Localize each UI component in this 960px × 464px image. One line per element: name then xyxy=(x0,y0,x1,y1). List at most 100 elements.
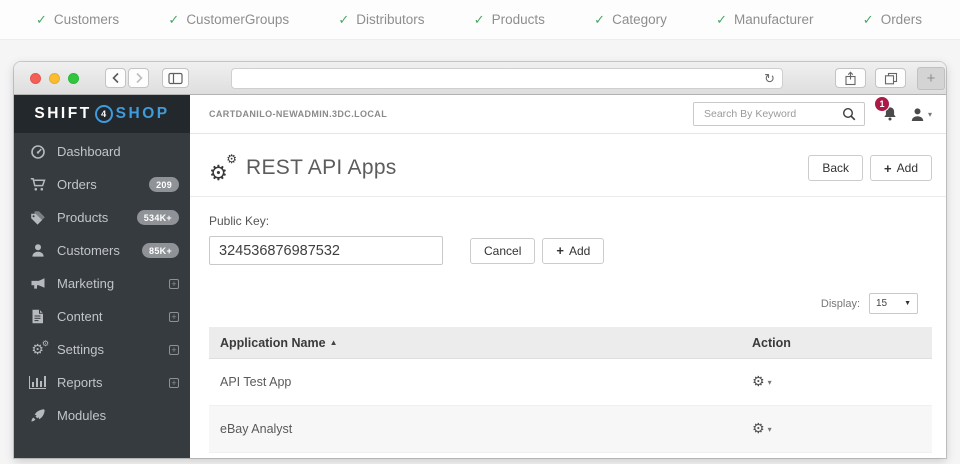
sidebar-item-label: Orders xyxy=(57,177,149,192)
reload-icon[interactable]: ↻ xyxy=(764,72,775,85)
add-button-top[interactable]: + Add xyxy=(870,155,932,181)
header-divider xyxy=(190,196,946,197)
topbar-item-manufacturer: ✓ Manufacturer xyxy=(716,12,813,28)
topbar-item-label: Category xyxy=(612,12,667,27)
add-button-label: Add xyxy=(897,161,918,175)
display-selected-value: 15 xyxy=(876,298,887,309)
file-icon xyxy=(28,309,47,324)
logo-text-right: SHOP xyxy=(116,105,170,123)
share-button[interactable] xyxy=(835,68,866,88)
sidebar-item-label: Content xyxy=(57,309,169,324)
sidebar-item-content[interactable]: Content + xyxy=(14,300,190,333)
sidebar-item-orders[interactable]: Orders 209 xyxy=(14,168,190,201)
customers-count-badge: 85K+ xyxy=(142,243,179,258)
display-label: Display: xyxy=(821,298,860,310)
sidebar-item-products[interactable]: Products 534K+ xyxy=(14,201,190,234)
check-icon: ✓ xyxy=(716,12,727,28)
column-header-label: Application Name xyxy=(220,336,326,350)
gear-icon: ⚙ xyxy=(752,375,765,389)
topbar-item-orders: ✓ Orders xyxy=(863,12,922,28)
sidebar-item-dashboard[interactable]: Dashboard xyxy=(14,135,190,168)
sidebar-item-customers[interactable]: Customers 85K+ xyxy=(14,234,190,267)
logo-number-badge: 4 xyxy=(95,105,113,123)
address-bar[interactable]: ↻ xyxy=(231,68,783,89)
chevron-right-icon xyxy=(134,72,144,84)
browser-back-button[interactable] xyxy=(105,68,126,88)
public-key-input[interactable] xyxy=(209,236,443,265)
browser-forward-button[interactable] xyxy=(128,68,149,88)
sidebar-toggle-button[interactable] xyxy=(162,68,189,88)
store-domain: CARTDANILO-NEWADMIN.3DC.LOCAL xyxy=(209,109,387,119)
expand-plus-icon[interactable]: + xyxy=(169,345,179,355)
sidebar-item-marketing[interactable]: Marketing + xyxy=(14,267,190,300)
table-row: eBay Analyst ⚙ ▾ xyxy=(209,406,932,453)
page-title-row: ⚙ ⚙ REST API Apps Back + Add xyxy=(209,144,932,192)
topbar-item-label: Products xyxy=(492,12,545,27)
row-action-menu[interactable]: ⚙ ▾ xyxy=(752,422,932,436)
rocket-icon xyxy=(28,408,47,423)
back-button[interactable]: Back xyxy=(808,155,863,181)
column-header-action: Action xyxy=(752,336,932,350)
address-input[interactable] xyxy=(239,71,764,85)
sidebar: SHIFT 4 SHOP Dashboard Orders 209 xyxy=(14,95,190,458)
add-button-form[interactable]: + Add xyxy=(542,238,604,264)
products-count-badge: 534K+ xyxy=(137,210,179,225)
browser-window: ↻ + SHIFT 4 SHOP xyxy=(14,62,946,458)
sidebar-item-label: Settings xyxy=(57,342,169,357)
sidebar-item-modules[interactable]: Modules xyxy=(14,399,190,432)
topbar-item-category: ✓ Category xyxy=(594,12,667,28)
column-header-label: Action xyxy=(752,336,791,350)
sidebar-item-label: Dashboard xyxy=(57,144,179,159)
back-button-label: Back xyxy=(822,161,849,175)
notifications-button[interactable]: 1 xyxy=(882,106,898,122)
topbar-item-customergroups: ✓ CustomerGroups xyxy=(168,12,289,28)
expand-plus-icon[interactable]: + xyxy=(169,312,179,322)
search-input[interactable] xyxy=(702,107,842,121)
apps-table: Application Name ▲ Action API Test App ⚙… xyxy=(209,327,932,453)
chevron-left-icon xyxy=(111,72,121,84)
plus-icon: + xyxy=(884,162,892,175)
page-title: REST API Apps xyxy=(246,156,397,180)
public-key-row: Cancel + Add xyxy=(209,236,932,265)
sidebar-item-reports[interactable]: Reports + xyxy=(14,366,190,399)
account-menu-button[interactable]: ▾ xyxy=(910,107,932,122)
app-name-cell: API Test App xyxy=(209,375,752,389)
topbar-item-products: ✓ Products xyxy=(474,12,545,28)
chevron-down-icon: ▾ xyxy=(768,378,772,387)
topbar-item-label: CustomerGroups xyxy=(186,12,289,27)
tab-overview-button[interactable] xyxy=(875,68,906,88)
new-tab-button[interactable]: + xyxy=(917,67,945,90)
topbar-item-distributors: ✓ Distributors xyxy=(338,12,424,28)
add-button-label: Add xyxy=(569,244,590,258)
browser-chrome: ↻ + xyxy=(14,62,946,95)
keyword-search-box[interactable] xyxy=(693,102,865,126)
gear-icon: ⚙ xyxy=(752,422,765,436)
search-icon[interactable] xyxy=(842,107,856,121)
public-key-label: Public Key: xyxy=(209,214,932,228)
minimize-window-button[interactable] xyxy=(49,73,60,84)
user-icon xyxy=(910,107,925,122)
sidebar-panel-icon xyxy=(168,72,183,85)
expand-plus-icon[interactable]: + xyxy=(169,279,179,289)
check-icon: ✓ xyxy=(474,12,485,28)
plus-icon: + xyxy=(927,70,936,87)
table-row: API Test App ⚙ ▾ xyxy=(209,359,932,406)
sidebar-item-settings[interactable]: ⚙ ⚙ Settings + xyxy=(14,333,190,366)
topbar-item-label: Customers xyxy=(54,12,119,27)
sidebar-item-label: Marketing xyxy=(57,276,169,291)
column-header-application-name[interactable]: Application Name ▲ xyxy=(209,336,752,350)
row-action-menu[interactable]: ⚙ ▾ xyxy=(752,375,932,389)
display-count-select[interactable]: 15 ▼ xyxy=(869,293,918,314)
zoom-window-button[interactable] xyxy=(68,73,79,84)
megaphone-icon xyxy=(28,277,47,291)
check-icon: ✓ xyxy=(594,12,605,28)
close-window-button[interactable] xyxy=(30,73,41,84)
shift4shop-logo[interactable]: SHIFT 4 SHOP xyxy=(14,95,190,133)
chevron-down-icon: ▼ xyxy=(904,300,911,307)
expand-plus-icon[interactable]: + xyxy=(169,378,179,388)
topbar-item-label: Orders xyxy=(881,12,922,27)
bar-chart-icon xyxy=(28,376,47,389)
user-icon xyxy=(28,243,47,258)
logo-text-left: SHIFT xyxy=(34,105,91,123)
cancel-button[interactable]: Cancel xyxy=(470,238,535,264)
